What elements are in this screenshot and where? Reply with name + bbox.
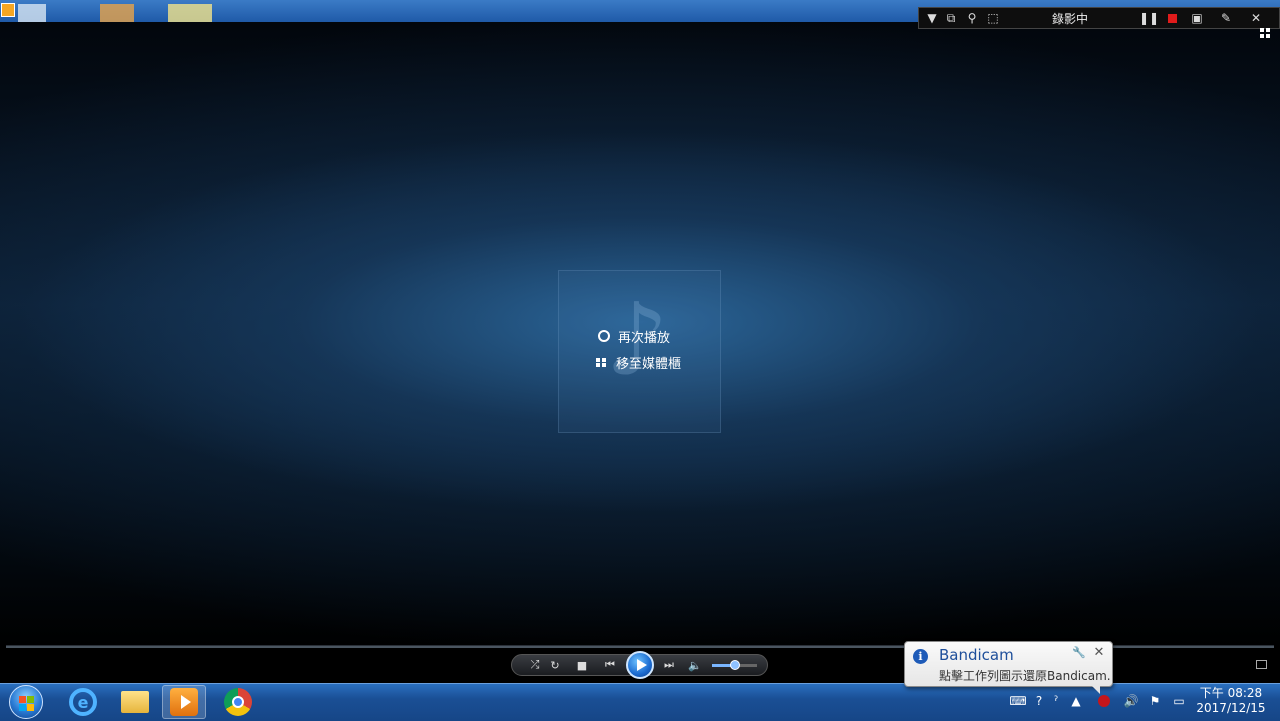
bandicam-notification[interactable]: i Bandicam 點擊工作列圖示還原Bandicam. 🔧 ✕: [904, 641, 1113, 687]
windows-media-player-icon: [170, 688, 198, 716]
switch-to-library-icon[interactable]: [1256, 660, 1267, 669]
pause-icon[interactable]: ❚❚: [1139, 8, 1159, 28]
speaker-icon[interactable]: 🔊: [1123, 693, 1139, 709]
camera-icon[interactable]: ▣: [1187, 8, 1207, 28]
window-mode-icon[interactable]: ⧉: [941, 8, 961, 28]
stop-icon[interactable]: [1162, 8, 1182, 28]
close-icon[interactable]: ✕: [1246, 8, 1266, 28]
stop-icon[interactable]: ■: [573, 656, 591, 674]
notification-tail: [1092, 686, 1100, 694]
wmp-window-icon[interactable]: [1, 3, 15, 17]
start-button[interactable]: [9, 685, 43, 719]
chrome-icon: [224, 688, 252, 716]
desktop-icon[interactable]: [100, 4, 134, 22]
screen-select-icon[interactable]: ⬚: [983, 8, 1003, 28]
bandicam-tray-icon[interactable]: [1096, 693, 1112, 709]
clock-date: 2017/12/15: [1196, 701, 1266, 715]
mode-grid-icon[interactable]: [1260, 28, 1272, 40]
desktop-icon[interactable]: [168, 4, 212, 22]
recording-status: 錄影中: [1052, 12, 1089, 26]
show-hidden-icons[interactable]: ▲: [1068, 693, 1084, 709]
library-grid-icon: [596, 355, 610, 369]
bandicam-toolbar: ▼ ⧉ ⚲ ⬚ 錄影中 ❚❚ ▣ ✎ ✕: [918, 7, 1280, 29]
info-icon: i: [913, 649, 928, 664]
dropdown-icon[interactable]: ▼: [922, 8, 942, 28]
clock[interactable]: 下午 08:28 2017/12/15: [1196, 686, 1266, 716]
next-icon[interactable]: ⏭: [659, 656, 679, 674]
action-center-flag-icon[interactable]: ⚑: [1147, 693, 1163, 709]
network-icon[interactable]: ▭: [1171, 693, 1187, 709]
previous-icon[interactable]: ⏮: [600, 656, 620, 674]
volume-knob[interactable]: [729, 660, 740, 670]
taskbar-chrome[interactable]: [216, 685, 260, 719]
replay-option[interactable]: 再次播放: [596, 326, 670, 346]
options-wrench-icon[interactable]: 🔧: [1072, 645, 1086, 659]
repeat-icon[interactable]: ↻: [546, 656, 564, 674]
play-icon: [636, 659, 647, 671]
replay-ring-icon: [598, 330, 610, 342]
help-icon[interactable]: ?: [1031, 693, 1047, 709]
shuffle-icon[interactable]: ⤮: [526, 656, 544, 674]
ime-icon[interactable]: ˀ: [1048, 693, 1064, 709]
replay-label: 再次播放: [618, 330, 671, 346]
internet-explorer-icon: e: [69, 688, 97, 716]
volume-icon[interactable]: 🔈: [686, 656, 704, 674]
desktop-icon[interactable]: [18, 4, 46, 22]
clock-time: 下午 08:28: [1199, 686, 1263, 700]
file-explorer-icon: [121, 691, 149, 713]
go-to-library-option[interactable]: 移至媒體櫃: [596, 352, 681, 372]
play-button[interactable]: [626, 651, 654, 679]
search-icon[interactable]: ⚲: [962, 8, 982, 28]
close-icon[interactable]: ✕: [1092, 645, 1106, 660]
keyboard-icon[interactable]: ⌨: [1009, 693, 1026, 709]
go-to-library-label: 移至媒體櫃: [616, 356, 682, 372]
notification-title: Bandicam: [939, 646, 1014, 664]
pencil-icon[interactable]: ✎: [1216, 8, 1236, 28]
taskbar-ie[interactable]: e: [61, 685, 105, 719]
notification-message: 點擊工作列圖示還原Bandicam.: [939, 669, 1111, 683]
taskbar-explorer[interactable]: [113, 685, 157, 719]
taskbar-wmp[interactable]: [162, 685, 206, 719]
